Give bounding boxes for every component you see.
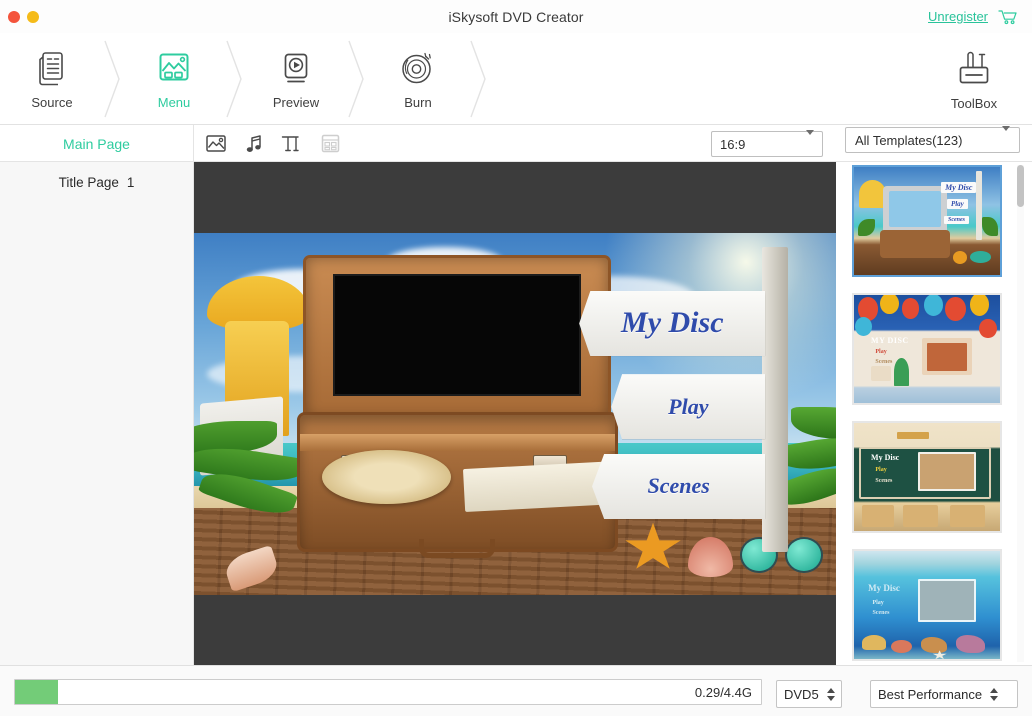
background-image-icon[interactable] (205, 133, 227, 155)
documents-icon (36, 48, 68, 88)
toolbox-button[interactable]: ToolBox (928, 33, 1020, 125)
chapter-layout-icon[interactable] (319, 133, 341, 155)
template-scrollbar-thumb[interactable] (1017, 165, 1024, 207)
text-tool-icon[interactable] (281, 133, 303, 155)
chevron-down-icon (1002, 131, 1010, 149)
menu-sign-my-disc[interactable]: My Disc (579, 291, 765, 356)
dvd-menu-preview[interactable]: My Disc Play Scenes (194, 233, 836, 595)
nav-step-source[interactable]: Source (0, 33, 104, 125)
step-divider (104, 33, 122, 125)
template-label: Play (872, 600, 883, 606)
nav-step-burn[interactable]: Burn (366, 33, 470, 125)
step-navigation-bar: Source Menu (0, 33, 1032, 125)
step-divider (470, 33, 488, 125)
menu-sign-play[interactable]: Play (611, 374, 765, 439)
template-label: Play (875, 349, 886, 355)
nav-step-label: Source (31, 95, 72, 110)
template-label: Scenes (875, 359, 892, 365)
disc-type-stepper[interactable]: DVD5 (776, 680, 842, 708)
template-panel: My Disc Play Scenes MY DISC Play (836, 162, 1032, 665)
template-label: Scenes (872, 610, 889, 616)
sidebar-item-title-page[interactable]: Title Page 1 (0, 162, 193, 202)
disc-type-value: DVD5 (784, 687, 819, 702)
page-item-label: Title Page (59, 175, 119, 190)
shopping-cart-icon[interactable] (998, 9, 1018, 25)
quality-value: Best Performance (878, 687, 982, 702)
pages-sidebar: Title Page 1 (0, 162, 194, 665)
signpost-pole (762, 247, 788, 551)
image-menu-icon (156, 48, 192, 88)
app-title: iSkysoft DVD Creator (0, 9, 1032, 25)
stepper-arrows-icon[interactable] (990, 688, 998, 701)
toolbox-icon (955, 47, 993, 91)
template-filter-select[interactable]: All Templates(123) (845, 127, 1020, 153)
disc-burn-icon (399, 48, 437, 88)
template-label: My Disc (871, 453, 899, 462)
template-thumb-ocean[interactable]: My Disc Play Scenes (852, 549, 1002, 661)
nav-step-preview[interactable]: Preview (244, 33, 348, 125)
template-scrollbar-track[interactable] (1017, 165, 1024, 662)
tab-main-page[interactable]: Main Page (0, 125, 194, 162)
unregister-link[interactable]: Unregister (928, 9, 988, 24)
template-label: Play (875, 467, 886, 473)
step-divider (226, 33, 244, 125)
nav-step-menu[interactable]: Menu (122, 33, 226, 125)
menu-sign-scenes[interactable]: Scenes (592, 454, 765, 519)
suitcase-frame (297, 255, 618, 552)
menu-preview-canvas[interactable]: My Disc Play Scenes (194, 162, 836, 665)
nav-step-label: Menu (158, 95, 191, 110)
nav-step-label: Preview (273, 95, 319, 110)
chevron-down-icon (806, 135, 814, 153)
aspect-ratio-value: 16:9 (720, 137, 745, 152)
play-monitor-icon (279, 48, 313, 88)
disc-capacity-progress: 0.29/4.4G (14, 679, 762, 705)
template-label: MY DISC (871, 336, 909, 345)
title-bar: iSkysoft DVD Creator Unregister (0, 0, 1032, 33)
step-list: Source Menu (0, 33, 488, 125)
template-thumb-beach[interactable]: My Disc Play Scenes (852, 165, 1002, 277)
progress-text: 0.29/4.4G (695, 680, 752, 705)
template-thumb-birthday[interactable]: MY DISC Play Scenes (852, 293, 1002, 405)
straw-hat (322, 450, 450, 504)
template-list: My Disc Play Scenes MY DISC Play (836, 165, 1017, 665)
app-window: iSkysoft DVD Creator Unregister Sou (0, 0, 1032, 716)
template-label: Play (947, 199, 968, 209)
aspect-ratio-select[interactable]: 16:9 (711, 131, 823, 157)
stepper-arrows-icon[interactable] (827, 688, 835, 701)
template-label: My Disc (868, 583, 900, 593)
background-music-icon[interactable] (243, 133, 265, 155)
page-item-number: 1 (127, 175, 135, 190)
template-label: Scenes (944, 216, 969, 224)
quality-stepper[interactable]: Best Performance (870, 680, 1018, 708)
template-label: My Disc (941, 182, 976, 193)
toolbox-label: ToolBox (951, 96, 997, 111)
suitcase-lid (303, 255, 611, 421)
template-filter-value: All Templates(123) (855, 133, 962, 148)
progress-fill (15, 680, 58, 704)
nav-step-label: Burn (404, 95, 431, 110)
step-divider (348, 33, 366, 125)
template-thumb-classroom[interactable]: My Disc Play Scenes (852, 421, 1002, 533)
template-label: Scenes (875, 478, 892, 484)
edit-tool-group (205, 125, 341, 162)
video-thumbnail-placeholder[interactable] (333, 274, 581, 396)
